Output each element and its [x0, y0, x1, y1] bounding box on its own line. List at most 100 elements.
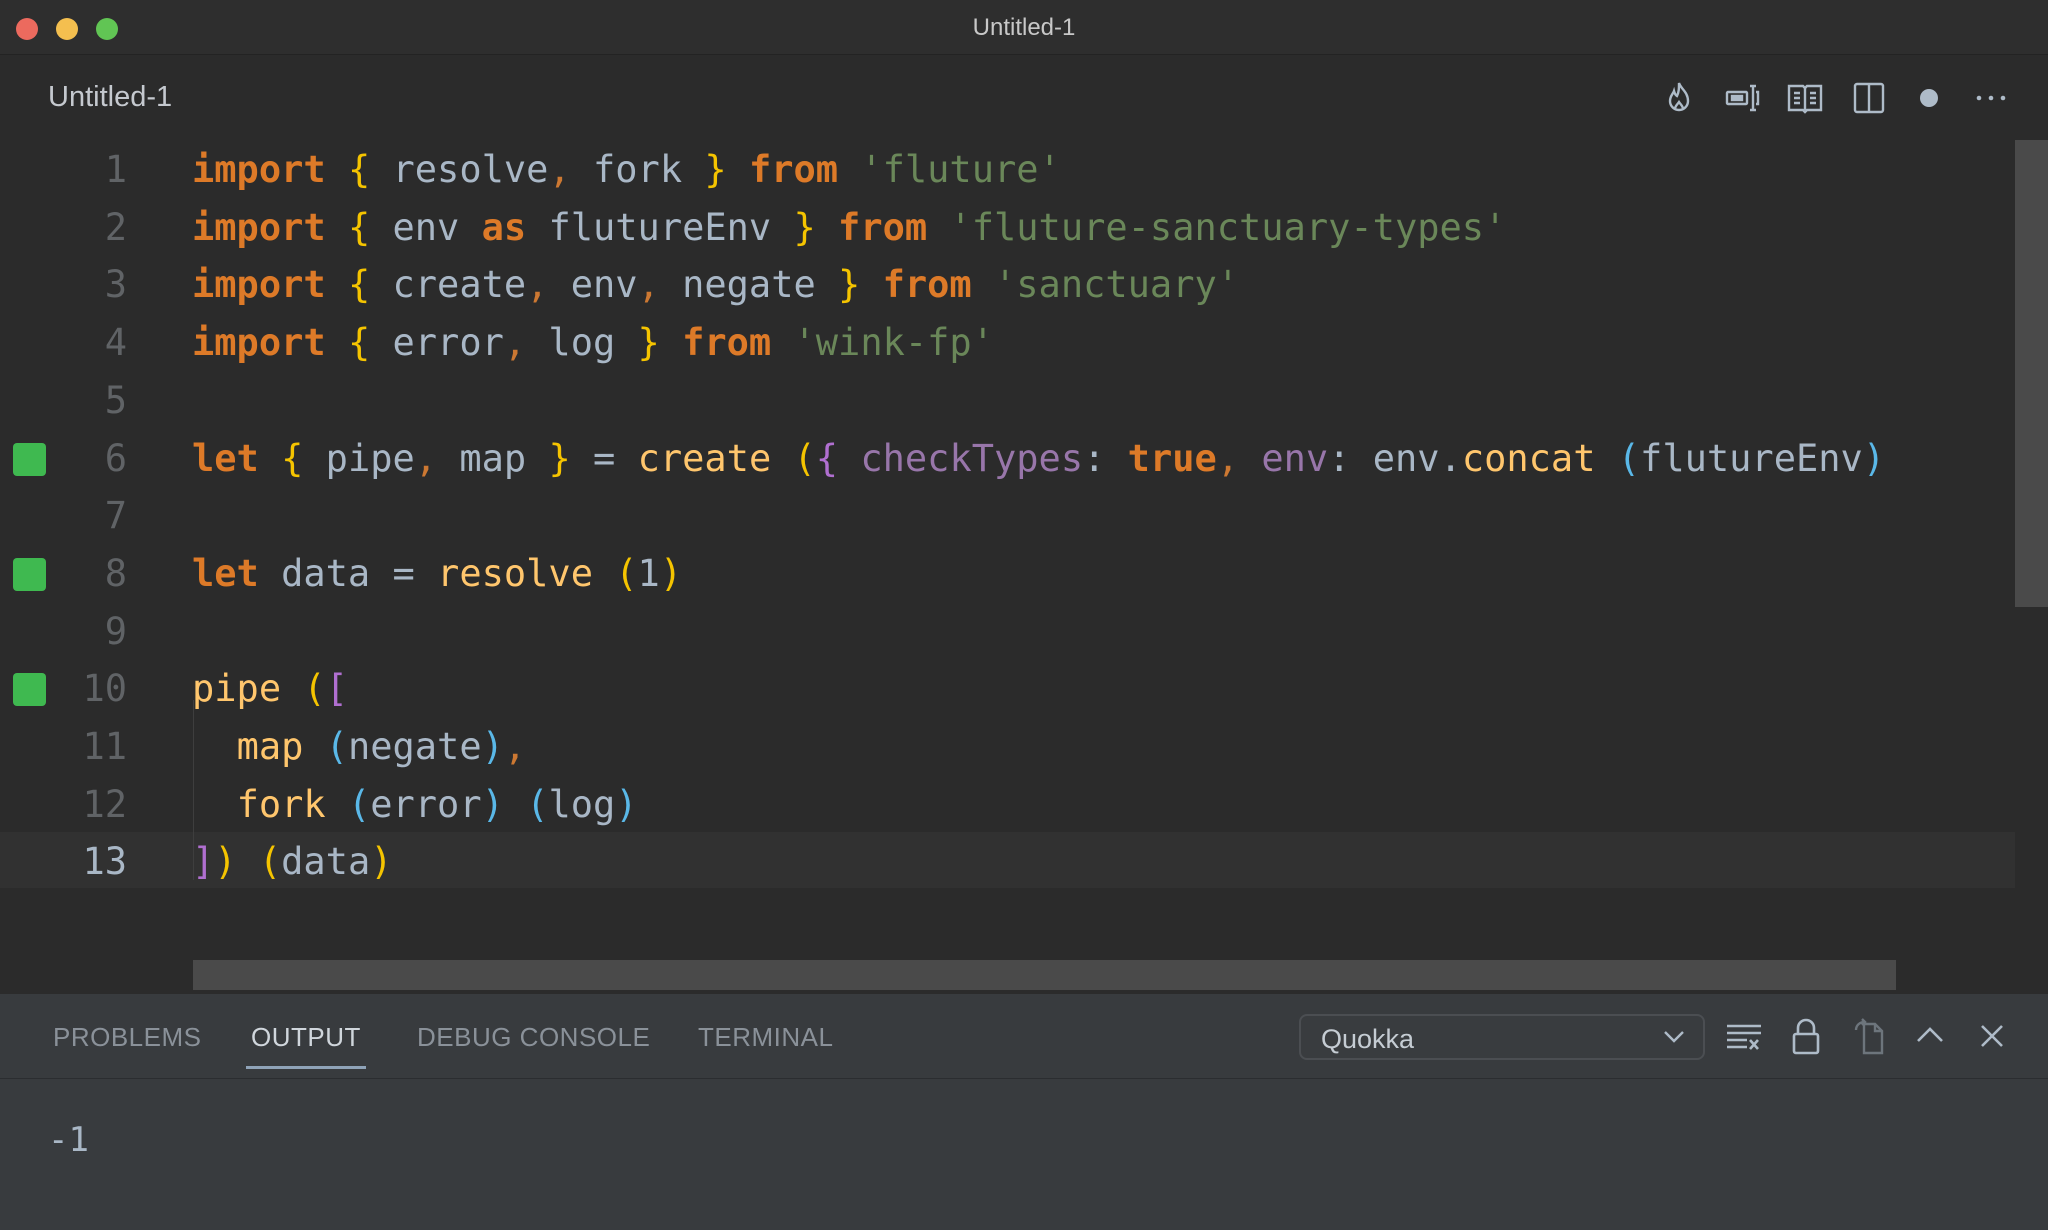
line-number: 5 — [104, 378, 127, 422]
text-cursor-icon[interactable] — [1724, 79, 1762, 117]
line-number: 13 — [82, 840, 127, 884]
code-token: ( — [303, 667, 326, 711]
editor-tab[interactable]: Untitled-1 — [48, 81, 172, 114]
code-text: import { resolve, fork } from 'fluture' — [192, 141, 1061, 199]
code-token: env — [548, 263, 638, 307]
tab-terminal[interactable]: TERMINAL — [698, 1022, 833, 1053]
code-token: negate — [347, 725, 482, 768]
code-token: 'fluture-sanctuary-types' — [949, 205, 1507, 249]
coverage-marker — [13, 673, 46, 707]
code-line[interactable]: 9 — [0, 603, 2015, 661]
code-line[interactable]: 12 fork (error) (log) — [0, 776, 2015, 834]
code-line[interactable]: 2 import { env as flutureEnv } from 'flut… — [0, 199, 2015, 257]
code-token: env — [370, 205, 482, 249]
code-line[interactable]: 4 import { error, log } from 'wink-fp' — [0, 314, 2015, 372]
code-token: ) — [370, 840, 393, 884]
code-token: : — [1083, 436, 1128, 480]
code-line[interactable]: 11 map (negate), — [0, 718, 2015, 776]
code-token: pipe — [192, 667, 282, 711]
code-line[interactable]: 7 — [0, 487, 2015, 545]
tab-output[interactable]: OUTPUT — [246, 1022, 366, 1069]
panel-divider — [0, 1078, 2048, 1079]
code-token: } — [793, 205, 816, 249]
code-text: ]) (data) — [192, 833, 393, 891]
code-token: as — [481, 205, 527, 249]
open-log-file-icon[interactable] — [1850, 1016, 1890, 1056]
line-number: 12 — [82, 782, 127, 826]
code-text: map (negate), — [192, 718, 527, 776]
code-line[interactable]: 3 import { create, env, negate } from 'sa… — [0, 256, 2015, 314]
line-number: 4 — [104, 321, 127, 365]
code-token: from — [882, 263, 972, 307]
code-line[interactable]: 1 import { resolve, fork } from 'fluture' — [0, 141, 2015, 199]
code-token: import — [192, 263, 326, 307]
code-token: env — [1261, 436, 1329, 480]
code-token: fork — [236, 782, 326, 826]
code-token: } — [704, 148, 727, 191]
code-token: from — [748, 148, 839, 191]
vertical-scrollbar[interactable] — [2015, 140, 2048, 607]
code-token: checkTypes — [860, 436, 1084, 480]
output-channel-value: Quokka — [1321, 1024, 1415, 1054]
output-channel-select[interactable]: Quokka — [1299, 1014, 1705, 1060]
line-number: 9 — [104, 609, 127, 653]
code-token: { — [347, 205, 371, 249]
split-editor-icon[interactable] — [1850, 79, 1888, 117]
code-text: pipe ([ — [192, 660, 348, 718]
code-token: from — [838, 205, 928, 249]
code-token: ( — [615, 551, 638, 595]
code-token: error — [370, 321, 504, 365]
code-token: flutureEnv — [1640, 436, 1863, 480]
code-token: , — [526, 263, 549, 307]
lock-icon[interactable] — [1786, 1016, 1826, 1056]
code-token: { — [281, 436, 304, 480]
maximize-panel-icon[interactable] — [1910, 1016, 1950, 1056]
code-line[interactable]: 8 let data = resolve (1) — [0, 545, 2015, 603]
code-token: 'fluture' — [860, 148, 1061, 191]
horizontal-scrollbar[interactable] — [193, 960, 1896, 990]
close-panel-icon[interactable] — [1972, 1016, 2012, 1056]
code-token: ) — [659, 551, 683, 595]
code-line[interactable]: 5 — [0, 372, 2015, 430]
code-token: } — [548, 436, 571, 480]
line-number: 10 — [82, 667, 127, 711]
tab-debug-console[interactable]: DEBUG CONSOLE — [417, 1022, 650, 1053]
tab-problems[interactable]: PROBLEMS — [53, 1022, 202, 1053]
code-text: import { env as flutureEnv } from 'flutu… — [192, 199, 1506, 257]
line-number: 6 — [104, 436, 127, 480]
line-number: 3 — [104, 263, 127, 307]
clear-output-icon[interactable] — [1724, 1016, 1764, 1056]
window-title: Untitled-1 — [972, 14, 1076, 41]
unsaved-dot-icon[interactable] — [1910, 79, 1948, 117]
open-preview-icon[interactable] — [1786, 79, 1824, 117]
flame-icon[interactable] — [1660, 79, 1698, 117]
code-token: ) — [214, 840, 237, 884]
code-editor[interactable]: 1 import { resolve, fork } from 'fluture'… — [0, 140, 2048, 993]
more-actions-icon[interactable] — [1972, 79, 2010, 117]
code-line[interactable]: 13 ]) (data) — [0, 833, 2015, 891]
code-token: pipe — [303, 436, 415, 480]
code-token: concat — [1461, 436, 1596, 480]
code-token: { — [347, 148, 371, 191]
code-token: import — [192, 321, 326, 365]
code-token: ) — [1862, 436, 1886, 480]
code-line[interactable]: 10 pipe ([ — [0, 660, 2015, 718]
code-token: } — [637, 321, 660, 365]
code-token: let — [192, 551, 259, 595]
code-line[interactable]: 6 let { pipe, map } = create ({ checkType… — [0, 430, 2015, 488]
code-token: log — [526, 321, 638, 365]
code-token: { — [347, 321, 371, 365]
code-token: { — [815, 436, 839, 480]
code-token: log — [548, 782, 616, 826]
code-token: negate — [659, 263, 839, 307]
